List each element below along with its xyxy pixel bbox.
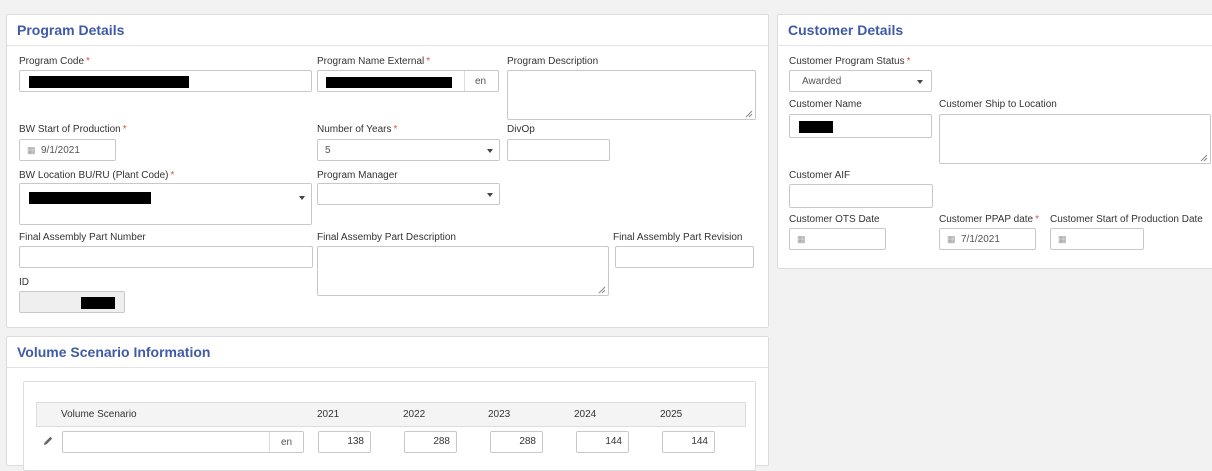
date-value: 7/1/2021 [961, 234, 1000, 245]
volume-2023-input[interactable]: 288 [490, 431, 543, 453]
number-of-years-label: Number of Years * [317, 124, 398, 135]
id-input [19, 291, 125, 313]
final-assembly-part-number-label: Final Assembly Part Number [19, 232, 146, 243]
volume-2021-input[interactable]: 138 [318, 431, 371, 453]
program-description-label: Program Description [507, 56, 599, 67]
column-header-2025: 2025 [660, 409, 683, 420]
panel-title: Volume Scenario Information [17, 344, 211, 360]
customer-program-status-label: Customer Program Status * [789, 56, 911, 67]
customer-ppap-date-label: Customer PPAP date * [939, 214, 1040, 225]
column-header-2022: 2022 [403, 409, 426, 420]
volume-2022-input[interactable]: 288 [404, 431, 457, 453]
caret-down-icon [917, 80, 923, 84]
program-manager-label: Program Manager [317, 170, 398, 181]
number-of-years-select[interactable]: 5 [317, 139, 500, 161]
volume-scenario-name-input[interactable]: en [62, 431, 304, 453]
program-details-header: Program Details [7, 15, 768, 46]
column-header-volume-scenario: Volume Scenario [61, 409, 137, 420]
final-assembly-part-description-label: Final Assemby Part Description [317, 232, 456, 243]
customer-start-of-production-date-label: Customer Start of Production Date [1050, 214, 1203, 225]
volume-2025-input[interactable]: 144 [662, 431, 715, 453]
calendar-icon[interactable]: ▦ [1058, 234, 1067, 245]
redacted-block [81, 297, 115, 309]
customer-ots-date-input[interactable]: ▦ [789, 228, 886, 250]
bw-start-of-production-date-input[interactable]: ▦ 9/1/2021 [19, 139, 116, 161]
program-description-textarea[interactable] [507, 70, 756, 120]
resize-grip-icon[interactable] [745, 110, 753, 118]
program-code-input[interactable] [19, 70, 312, 92]
volume-scenario-container: Volume Scenario 2021 2022 2023 2024 2025… [23, 381, 756, 471]
redacted-block [799, 121, 833, 133]
calendar-icon[interactable]: ▦ [797, 234, 806, 245]
calendar-icon[interactable]: ▦ [27, 145, 36, 156]
caret-down-icon [299, 196, 305, 200]
language-tag[interactable]: en [475, 76, 486, 87]
select-value: Awarded [802, 76, 842, 87]
select-value: 5 [325, 145, 331, 156]
resize-grip-icon[interactable] [598, 286, 606, 294]
resize-grip-icon[interactable] [1200, 154, 1208, 162]
customer-ship-to-location-textarea[interactable] [939, 114, 1211, 164]
calendar-icon[interactable]: ▦ [947, 234, 956, 245]
bw-location-label: BW Location BU/RU (Plant Code) * [19, 170, 175, 181]
customer-ppap-date-input[interactable]: ▦ 7/1/2021 [939, 228, 1036, 250]
column-header-2023: 2023 [488, 409, 511, 420]
customer-details-header: Customer Details [778, 15, 1212, 46]
bw-start-of-production-label: BW Start of Production * [19, 124, 127, 135]
volume-scenario-header: Volume Scenario Information [7, 337, 768, 368]
program-details-panel: Program Details Program Code * Program Na… [6, 14, 769, 328]
volume-2024-input[interactable]: 144 [576, 431, 629, 453]
customer-name-input[interactable] [789, 114, 932, 138]
table-header-row: Volume Scenario 2021 2022 2023 2024 2025 [36, 402, 746, 427]
customer-aif-input[interactable] [789, 184, 933, 208]
panel-title: Customer Details [788, 22, 904, 38]
divop-label: DivOp [507, 124, 535, 135]
table-row: en 138 288 288 144 144 [36, 427, 746, 457]
final-assembly-part-description-textarea[interactable] [317, 246, 609, 296]
date-value: 9/1/2021 [41, 145, 80, 156]
customer-details-panel: Customer Details Customer Program Status… [777, 14, 1212, 269]
caret-down-icon [487, 193, 493, 197]
customer-program-status-select[interactable]: Awarded [789, 70, 932, 92]
customer-start-of-production-date-input[interactable]: ▦ [1050, 228, 1144, 250]
divop-input[interactable] [507, 139, 610, 161]
redacted-block [326, 77, 452, 88]
program-name-external-label: Program Name External * [317, 56, 431, 67]
program-manager-select[interactable] [317, 183, 500, 205]
redacted-block [29, 76, 189, 88]
customer-aif-label: Customer AIF [789, 170, 851, 181]
pencil-icon[interactable] [42, 434, 54, 452]
language-tag[interactable]: en [281, 437, 292, 448]
panel-title: Program Details [17, 22, 125, 38]
final-assembly-part-revision-label: Final Assembly Part Revision [613, 232, 743, 243]
redacted-block [29, 192, 151, 204]
final-assembly-part-revision-input[interactable] [615, 246, 754, 268]
customer-ship-to-location-label: Customer Ship to Location [939, 99, 1057, 110]
volume-scenario-panel: Volume Scenario Information Volume Scena… [6, 336, 769, 471]
bw-location-select[interactable] [19, 183, 312, 225]
column-header-2021: 2021 [317, 409, 340, 420]
customer-name-label: Customer Name [789, 99, 862, 110]
program-code-label: Program Code * [19, 56, 90, 67]
customer-ots-date-label: Customer OTS Date [789, 214, 880, 225]
program-name-external-input[interactable]: en [317, 70, 499, 92]
column-header-2024: 2024 [574, 409, 597, 420]
final-assembly-part-number-input[interactable] [19, 246, 313, 268]
caret-down-icon [487, 149, 493, 153]
id-label: ID [19, 277, 29, 288]
